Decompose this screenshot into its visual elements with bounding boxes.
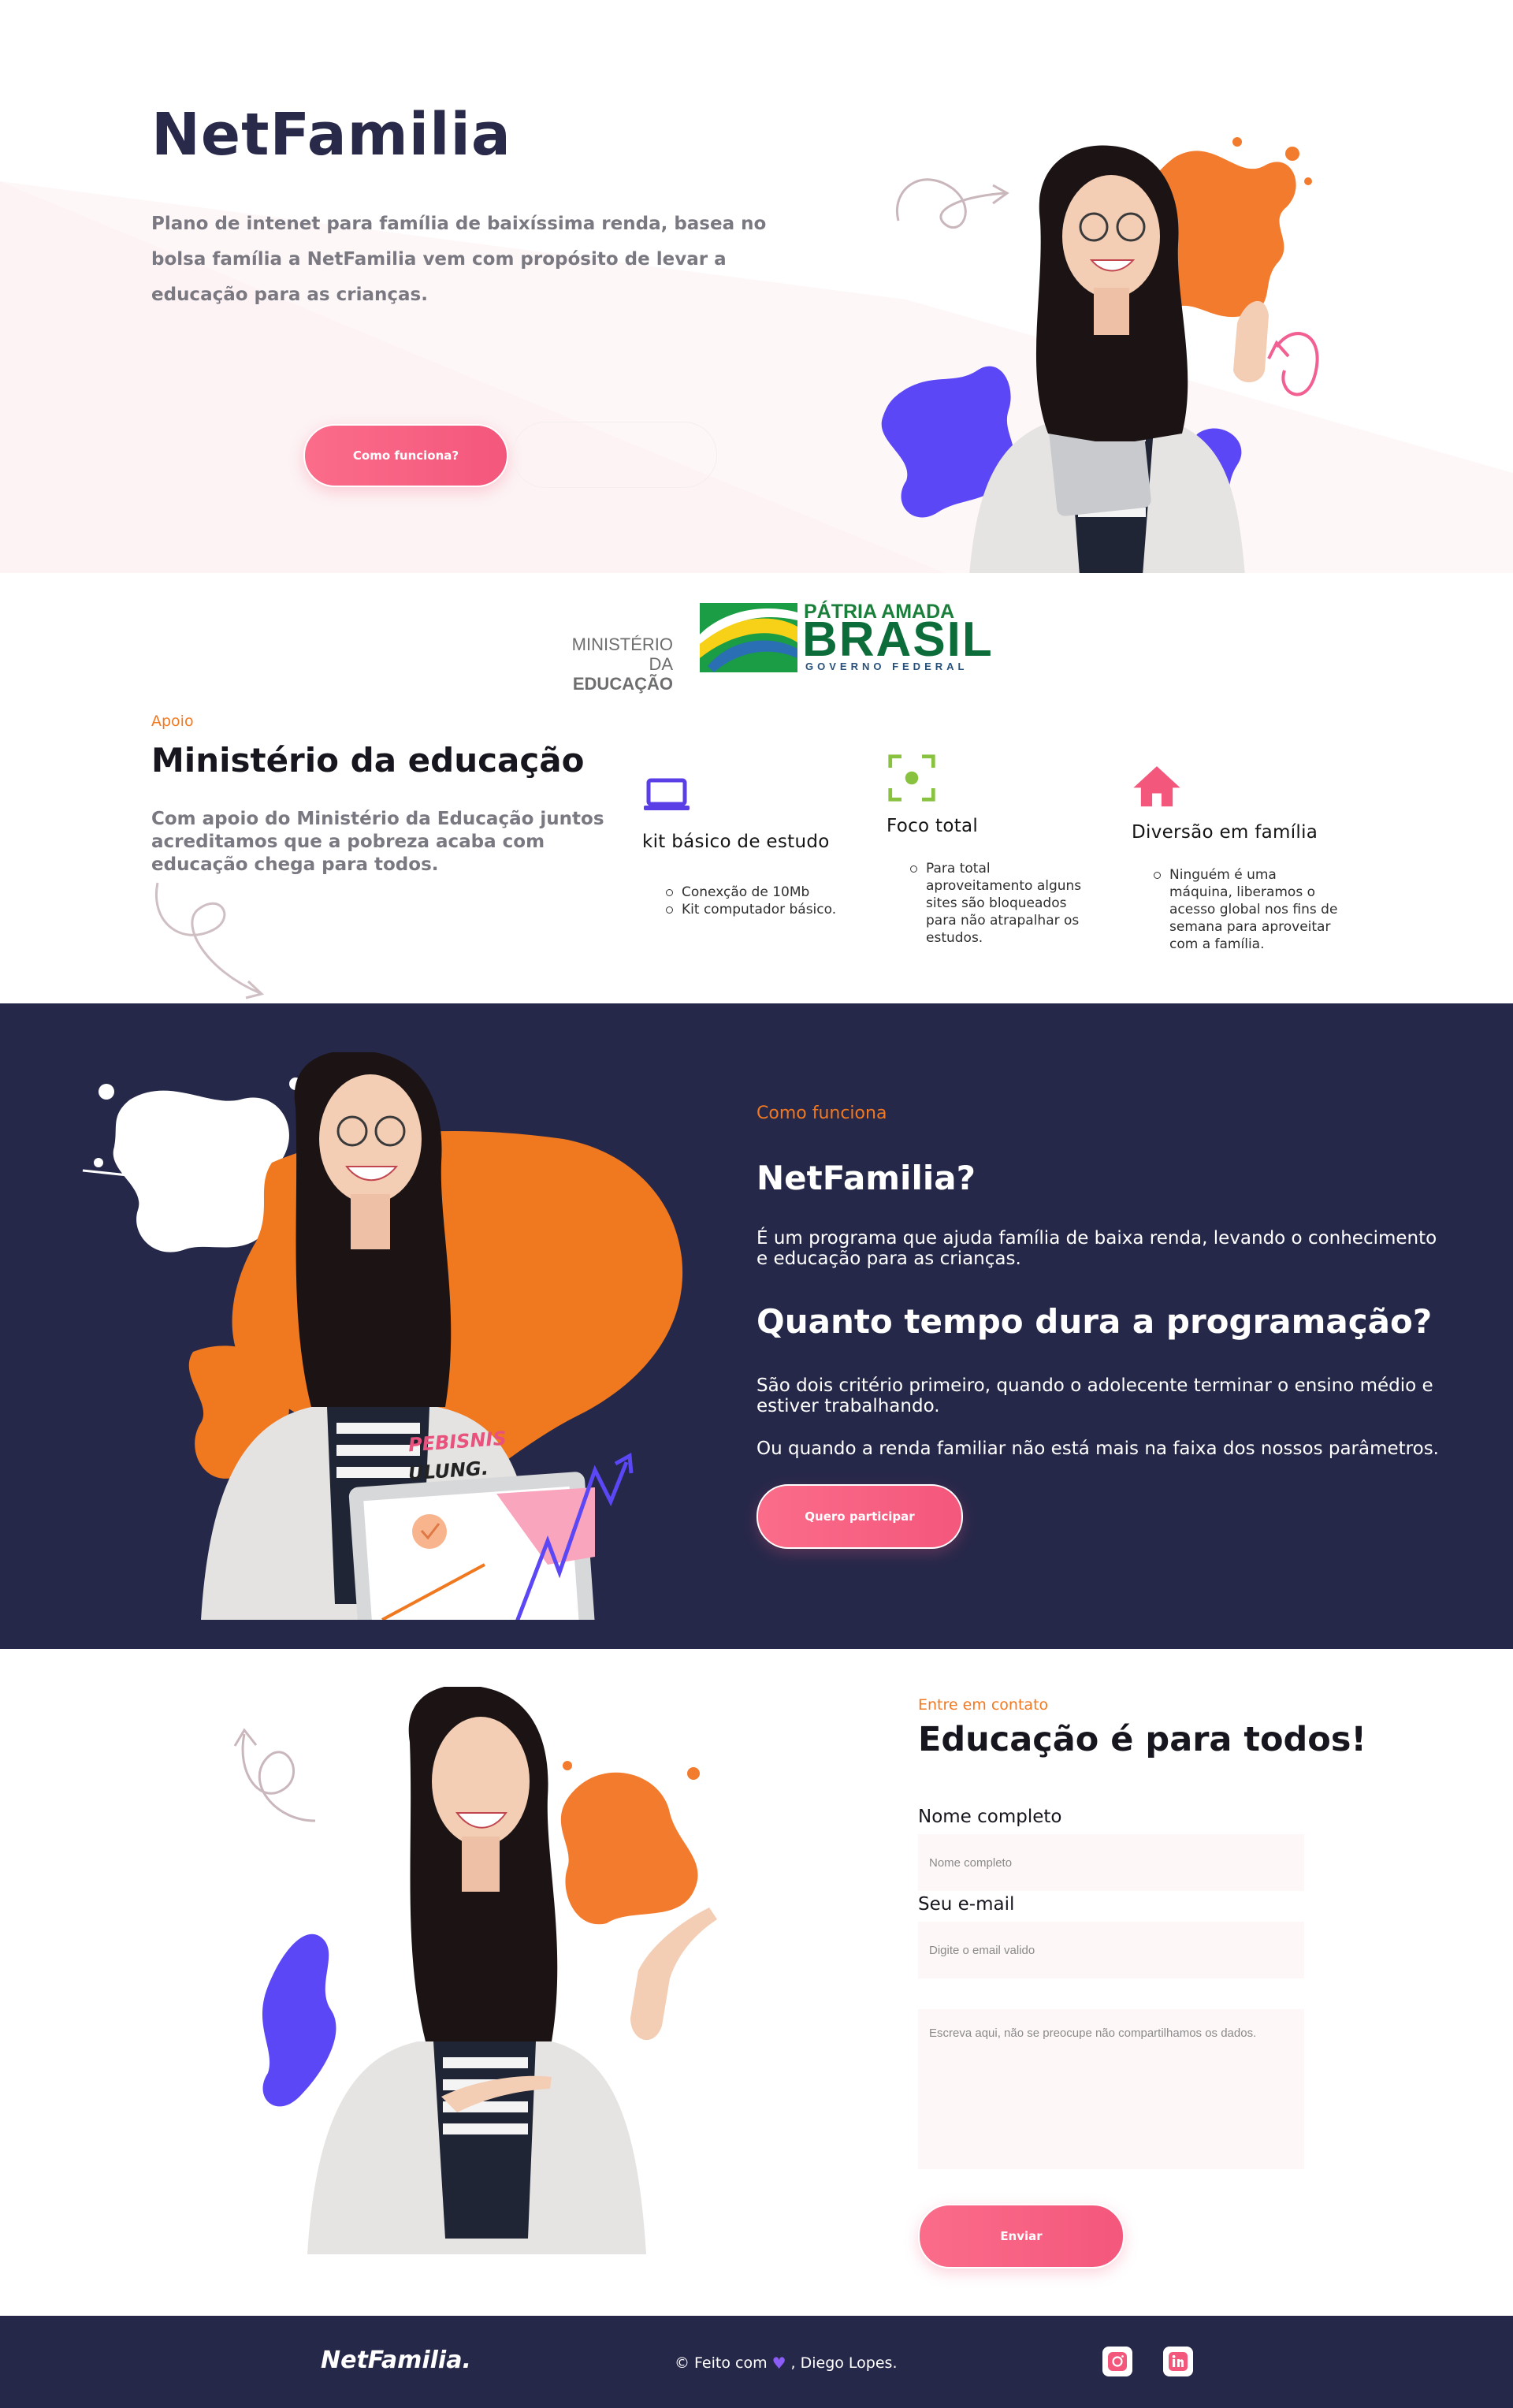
instagram-link[interactable] [1102,2347,1132,2376]
linkedin-link[interactable] [1163,2347,1193,2376]
name-label: Nome completo [918,1807,1062,1827]
how-text: É um programa que ajuda família de baixa… [756,1228,1437,1269]
feature-total-focus: Foco total Para total aproveitamento alg… [887,753,1107,947]
duration-title: Quanto tempo dura a programação? [756,1302,1433,1341]
feature-list: Ninguém é uma máquina, liberamos o acess… [1154,866,1343,953]
feature-list: Conexção de 10Mb Kit computador básico. [666,884,847,918]
instagram-icon [1108,2352,1127,2371]
send-button[interactable]: Enviar [918,2204,1125,2268]
email-field[interactable] [918,1922,1304,1978]
hero-title: NetFamilia [151,101,511,169]
contact-illustration [233,1687,717,2254]
ministerio-line1: MINISTÉRIO DA [571,635,673,674]
how-kicker: Como funciona [756,1104,887,1123]
hero-description: Plano de intenet para família de baixíss… [151,214,767,305]
hero-illustration [881,137,1319,573]
heart-icon: ♥ [771,2354,786,2373]
secondary-button[interactable] [512,422,717,488]
footer-credit: © Feito com ♥ , Diego Lopes. [675,2354,898,2373]
footer-logo: NetFamilia. [321,2347,471,2374]
brasil-text: BRASIL [802,612,994,667]
ministerio-educacao-logo: MINISTÉRIO DA EDUCAÇÃO [552,635,673,694]
support-text: Com apoio do Ministério da Educação junt… [151,809,604,875]
feature-family-fun: Diversão em família Ninguém é uma máquin… [1132,761,1368,953]
home-icon [1133,766,1180,807]
feature-item: Conexção de 10Mb [666,884,847,901]
feature-item: Kit computador básico. [666,901,847,918]
ministerio-line2: EDUCAÇÃO [572,674,673,694]
message-field[interactable] [918,2009,1304,2169]
duration-text: São dois critério primeiro, quando o ado… [756,1375,1433,1416]
linkedin-icon [1169,2352,1188,2371]
name-field[interactable] [918,1834,1304,1891]
feature-item: Ninguém é uma máquina, liberamos o acess… [1154,866,1343,953]
how-title: NetFamilia? [756,1159,976,1197]
feature-study-kit: kit básico de estudo Conexção de 10Mb Ki… [642,769,847,918]
credit-prefix: © Feito com [675,2354,768,2372]
join-button[interactable]: Quero participar [756,1484,963,1549]
support-kicker: Apoio [151,713,194,730]
governo-federal-text: GOVERNO FEDERAL [805,661,968,672]
hero-section: NetFamilia Plano de intenet para família… [0,0,1513,573]
focus-target-icon [888,754,935,802]
laptop-icon [644,778,690,810]
feature-list: Para total aproveitamento alguns sites s… [910,860,1099,947]
feature-title: kit básico de estudo [642,832,830,852]
how-it-works-illustration [82,1052,683,1620]
duration-text-2: Ou quando a renda familiar não está mais… [756,1438,1439,1459]
decorative-arrow-icon [155,882,265,999]
feature-item: Para total aproveitamento alguns sites s… [910,860,1099,947]
feature-title: Foco total [887,816,979,836]
email-label: Seu e-mail [918,1894,1015,1915]
credit-suffix: , Diego Lopes. [790,2354,898,2372]
contact-kicker: Entre em contato [918,1696,1049,1714]
how-it-works-button[interactable]: Como funciona? [303,424,508,487]
contact-title: Educação é para todos! [918,1720,1367,1759]
brasil-flag-logo [700,603,797,672]
support-title: Ministério da educação [151,741,585,780]
feature-title: Diversão em família [1132,822,1318,843]
